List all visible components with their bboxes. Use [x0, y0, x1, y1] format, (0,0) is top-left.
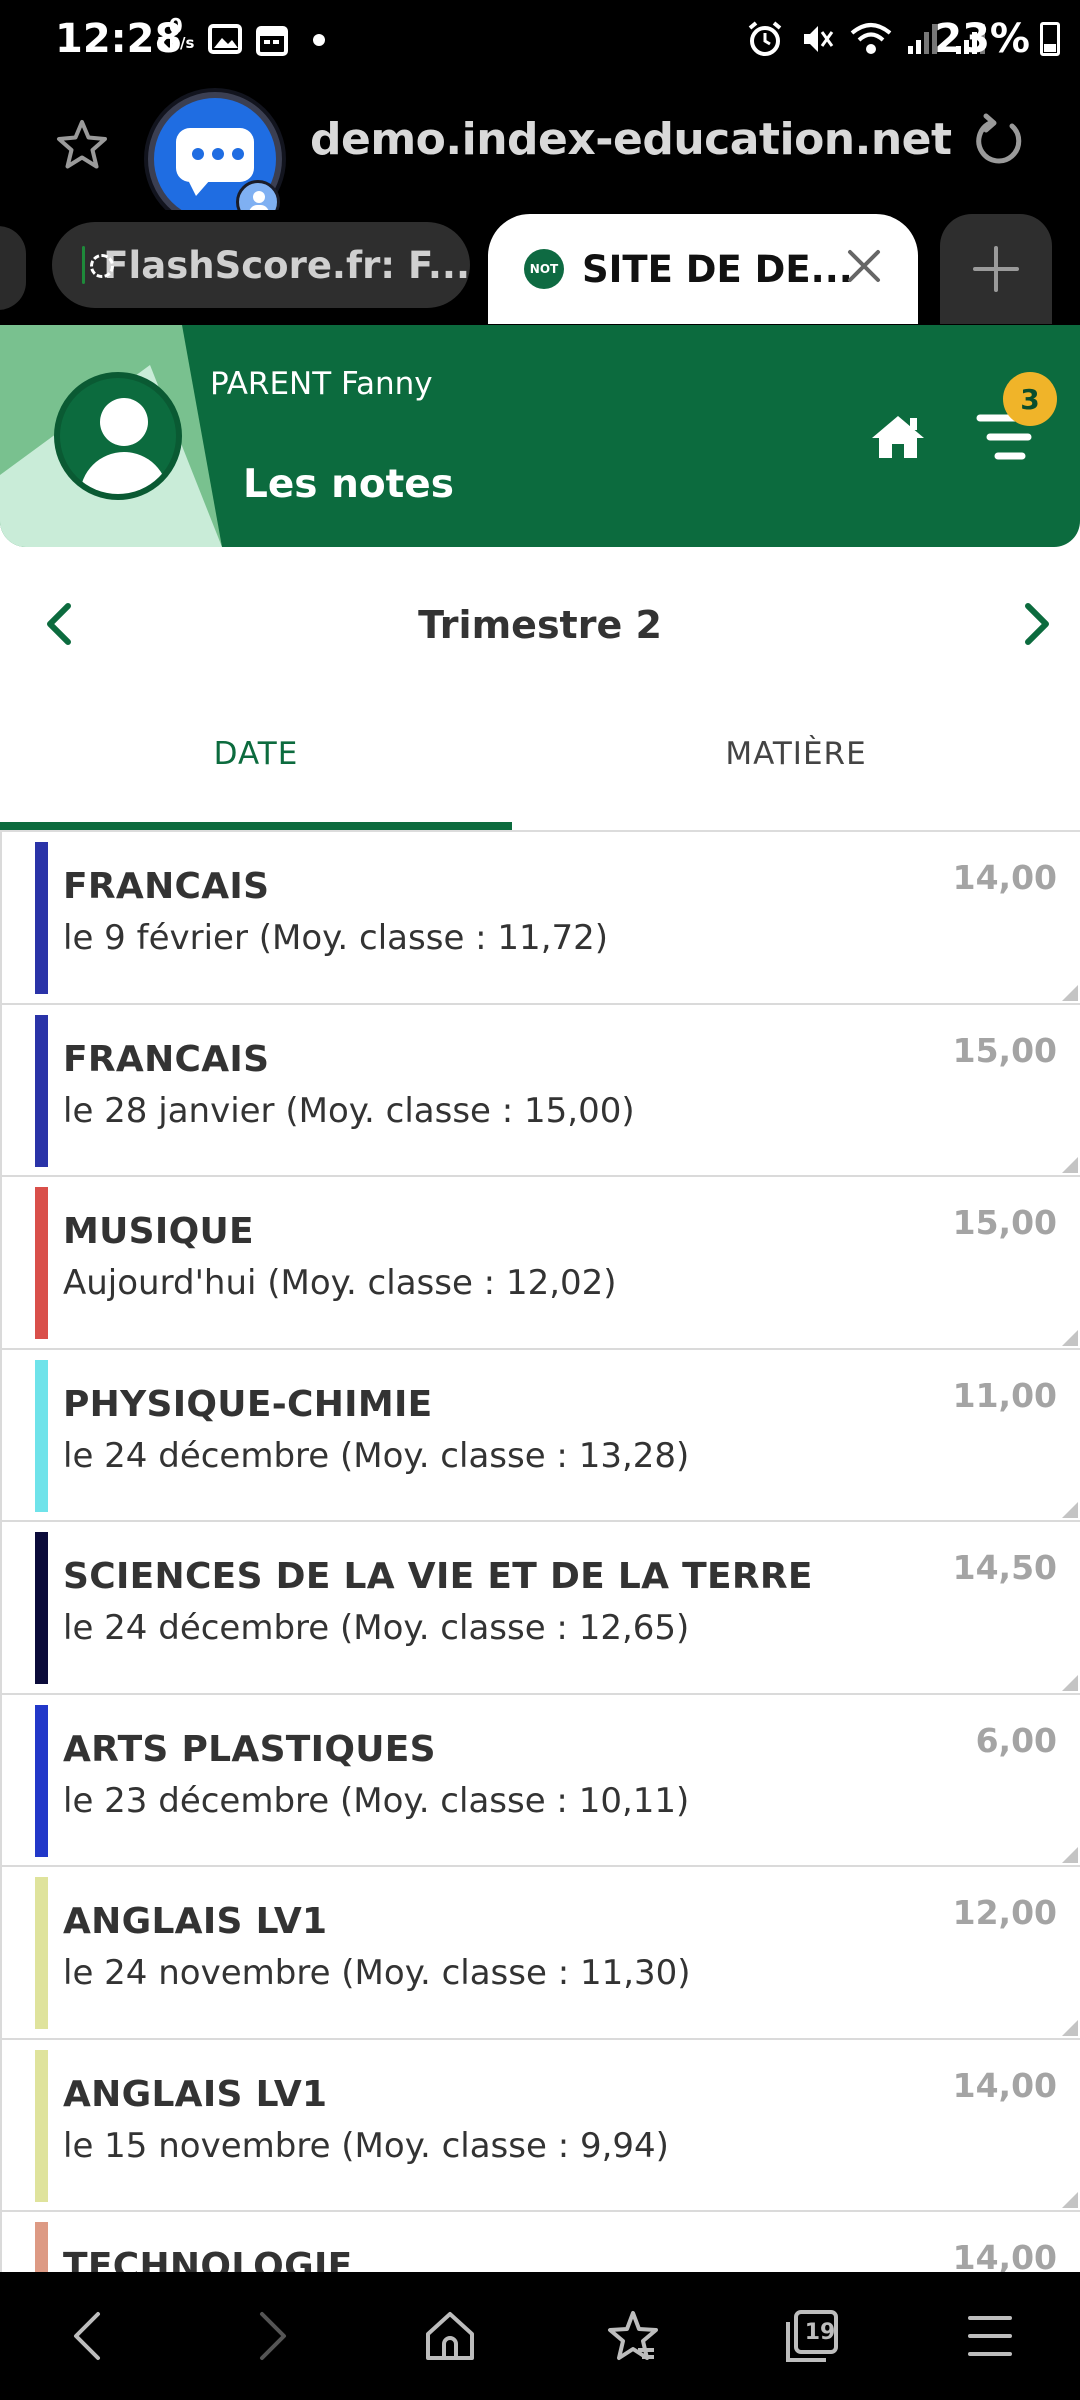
wifi-icon	[850, 23, 892, 54]
menu-nav-icon[interactable]	[966, 2308, 1014, 2364]
calendar-icon	[256, 26, 288, 56]
grade-detail: le 9 février (Moy. classe : 11,72)	[63, 918, 609, 958]
subject-color-bar	[35, 1877, 48, 2029]
chevron-right-icon[interactable]	[1016, 600, 1056, 648]
subject-name: ANGLAIS LV1	[63, 2073, 328, 2115]
grade-row[interactable]: SCIENCES DE LA VIE ET DE LA TERRE le 24 d…	[0, 1522, 1080, 1695]
browser-tab-flashscore[interactable]: FlashScore.fr: F...	[52, 222, 470, 308]
subject-color-bar	[35, 842, 48, 994]
status-bar: 12:28 0 KB/s 23%	[0, 0, 1080, 80]
tab-subject[interactable]: MATIÈRE	[540, 736, 1052, 772]
new-tab-button[interactable]	[940, 214, 1052, 324]
avatar[interactable]	[54, 372, 182, 500]
grade-detail: le 24 novembre (Moy. classe : 11,30)	[63, 1953, 691, 1993]
grade-detail: le 23 décembre (Moy. classe : 10,11)	[63, 1780, 690, 1821]
grade-value: 6,00	[975, 1720, 1057, 1760]
alarm-icon	[748, 21, 782, 56]
subject-color-bar	[35, 2049, 48, 2202]
grade-row[interactable]: ANGLAIS LV1 le 24 novembre (Moy. classe :…	[0, 1867, 1080, 2040]
battery-percent: 23%	[934, 16, 1030, 62]
grade-value: 15,00	[952, 1030, 1057, 1070]
subject-color-bar	[35, 1359, 48, 1512]
grade-value: 14,00	[952, 2065, 1057, 2105]
expand-corner-icon	[1062, 1674, 1078, 1691]
network-speed: 0 KB/s	[157, 14, 195, 52]
period-label: Trimestre 2	[418, 603, 662, 647]
grade-detail: Aujourd'hui (Moy. classe : 12,02)	[63, 1263, 617, 1303]
expand-corner-icon	[1062, 2192, 1078, 2208]
tab-count: 19	[804, 2320, 836, 2345]
browser-tab-active[interactable]: NOT SITE DE DE...	[488, 214, 918, 324]
subject-color-bar	[35, 1532, 48, 1684]
grade-detail: le 24 décembre (Moy. classe : 12,65)	[63, 1608, 690, 1648]
grade-value: 15,00	[952, 1203, 1057, 1242]
grade-row[interactable]: ANGLAIS LV1 le 15 novembre (Moy. classe :…	[0, 2039, 1080, 2212]
home-nav-icon[interactable]	[422, 2308, 478, 2364]
grade-detail: le 28 janvier (Moy. classe : 15,00)	[63, 1090, 635, 1131]
flashscore-icon	[82, 246, 117, 284]
reload-icon[interactable]	[968, 112, 1028, 172]
subject-name: PHYSIQUE-CHIMIE	[63, 1383, 433, 1425]
home-icon[interactable]	[870, 412, 926, 462]
page-title: Les notes	[243, 462, 454, 507]
expand-corner-icon	[1062, 984, 1078, 1001]
subject-color-bar	[35, 1704, 48, 1857]
back-icon[interactable]	[66, 2308, 110, 2364]
forward-icon[interactable]	[250, 2308, 294, 2364]
expand-corner-icon	[1062, 1157, 1078, 1173]
grade-value: 14,00	[952, 858, 1057, 897]
subject-color-bar	[35, 1014, 48, 1167]
subject-name: FRANCAIS	[63, 1038, 270, 1080]
expand-corner-icon	[1062, 2019, 1078, 2036]
grade-row[interactable]: FRANCAIS le 9 février (Moy. classe : 11,7…	[0, 832, 1080, 1005]
close-tab-icon[interactable]	[844, 246, 884, 286]
user-name: PARENT Fanny	[210, 366, 433, 402]
grade-row[interactable]: ARTS PLASTIQUES le 23 décembre (Moy. clas…	[0, 1694, 1080, 1867]
site-favicon: NOT	[524, 249, 564, 289]
tab-title: SITE DE DE...	[582, 247, 853, 291]
grade-value: 14,50	[952, 1548, 1057, 1587]
grade-detail: le 24 décembre (Moy. classe : 13,28)	[63, 1435, 690, 1476]
grade-row[interactable]: MUSIQUE Aujourd'hui (Moy. classe : 12,02)…	[0, 1177, 1080, 1350]
subject-color-bar	[35, 2222, 48, 2272]
expand-corner-icon	[1062, 1329, 1078, 1346]
subject-name: TECHNOLOGIE	[63, 2246, 353, 2272]
tab-title: FlashScore.fr: F...	[103, 243, 470, 287]
expand-corner-icon	[1062, 1847, 1078, 1863]
active-tab-indicator	[0, 822, 512, 830]
grade-detail: le 15 novembre (Moy. classe : 9,94)	[63, 2125, 669, 2166]
plus-icon	[973, 246, 1019, 292]
network-speed-value: 0	[168, 14, 183, 38]
battery-icon	[1040, 22, 1060, 56]
subject-name: MUSIQUE	[63, 1211, 254, 1252]
subject-name: FRANCAIS	[63, 866, 270, 907]
grade-row[interactable]: TECHNOLOGIE 14,00	[0, 2212, 1080, 2272]
grade-value: 11,00	[952, 1375, 1057, 1415]
bookmark-star-icon[interactable]	[55, 118, 109, 172]
browser-bottom-nav	[0, 2272, 1080, 2400]
grade-value: 14,00	[952, 2238, 1057, 2272]
bookmarks-icon[interactable]	[604, 2308, 662, 2366]
tab-date[interactable]: DATE	[0, 736, 512, 772]
grade-list: FRANCAIS le 9 février (Moy. classe : 11,7…	[0, 832, 1080, 2272]
grade-row[interactable]: FRANCAIS le 28 janvier (Moy. classe : 15,…	[0, 1004, 1080, 1177]
notification-badge: 3	[1003, 372, 1057, 426]
subject-color-bar	[35, 1187, 48, 1339]
grade-value: 12,00	[952, 1893, 1057, 1932]
expand-corner-icon	[1062, 1502, 1078, 1518]
subject-name: ANGLAIS LV1	[63, 1901, 328, 1942]
mute-icon	[804, 26, 834, 52]
network-speed-unit: KB/s	[157, 34, 195, 52]
subject-name: SCIENCES DE LA VIE ET DE LA TERRE	[63, 1556, 813, 1597]
floating-chat-bubble[interactable]	[148, 92, 282, 226]
subject-name: ARTS PLASTIQUES	[63, 1728, 436, 1770]
gallery-icon	[208, 24, 242, 54]
url-field[interactable]: demo.index-education.net	[310, 114, 952, 165]
notification-dot	[313, 34, 325, 46]
grade-row[interactable]: PHYSIQUE-CHIMIE le 24 décembre (Moy. clas…	[0, 1349, 1080, 1522]
